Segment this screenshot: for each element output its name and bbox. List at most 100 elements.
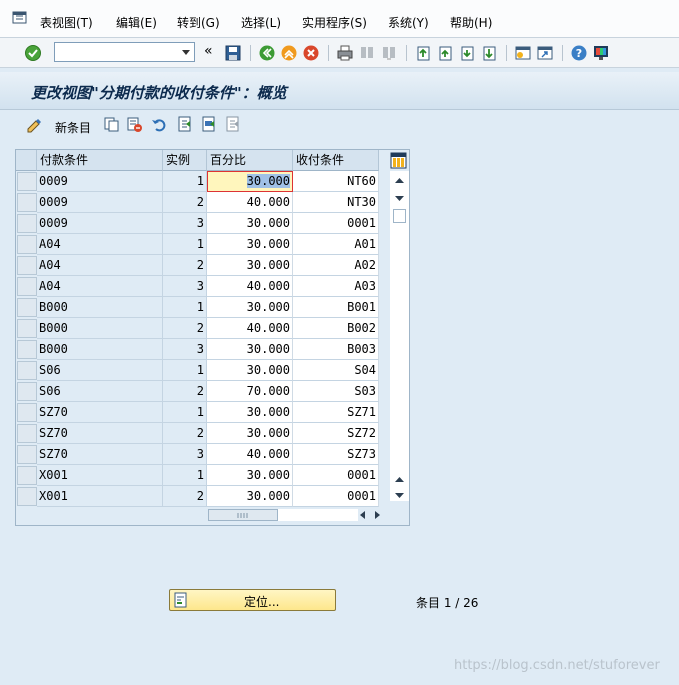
menu-utilities[interactable]: 实用程序(S) [302, 14, 367, 31]
cell-percentage[interactable]: 30.000 [207, 339, 293, 360]
vertical-scrollbar[interactable] [390, 171, 409, 501]
cell-payment-condition[interactable]: B003 [293, 339, 379, 360]
delete-icon[interactable] [125, 115, 143, 133]
row-selector[interactable] [17, 256, 37, 275]
cell-payment-condition[interactable]: S03 [293, 381, 379, 402]
column-header-instance[interactable]: 实例 [163, 150, 207, 171]
cell-percentage[interactable]: 30.000 [207, 360, 293, 381]
column-header-payment-terms[interactable]: 付款条件 [37, 150, 163, 171]
scroll-right-icon[interactable] [374, 510, 382, 520]
first-page-icon[interactable] [414, 44, 432, 62]
row-selector[interactable] [17, 277, 37, 296]
row-selector[interactable] [17, 361, 37, 380]
scroll-down-icon[interactable] [394, 195, 405, 203]
copy-as-icon[interactable] [102, 115, 120, 133]
cell-payment-condition[interactable]: SZ72 [293, 423, 379, 444]
next-page-icon[interactable] [458, 44, 476, 62]
cell-payment-condition[interactable]: 0001 [293, 465, 379, 486]
cell-percentage[interactable]: 30.000 [207, 486, 293, 507]
system-menu-icon[interactable] [12, 11, 28, 25]
column-settings-icon[interactable] [390, 152, 407, 169]
chevron-down-icon[interactable] [182, 50, 190, 55]
collapse-arrows-icon[interactable]: « [204, 43, 213, 59]
back-icon[interactable] [258, 44, 276, 62]
row-selector[interactable] [17, 466, 37, 485]
row-selector[interactable] [17, 193, 37, 212]
cell-percentage[interactable]: 30.000 [207, 234, 293, 255]
cell-payment-condition[interactable]: A03 [293, 276, 379, 297]
cell-payment-condition[interactable]: NT30 [293, 192, 379, 213]
find-icon[interactable] [358, 44, 376, 62]
cell-payment-condition[interactable]: S04 [293, 360, 379, 381]
scroll-page-down-icon[interactable] [394, 492, 405, 500]
row-selector[interactable] [17, 487, 37, 506]
menu-help[interactable]: 帮助(H) [450, 14, 492, 31]
row-selector[interactable] [17, 403, 37, 422]
row-selector[interactable] [17, 172, 37, 191]
select-all-header[interactable] [16, 150, 37, 171]
cell-percentage[interactable]: 40.000 [207, 318, 293, 339]
cell-payment-condition[interactable]: 0001 [293, 213, 379, 234]
row-selector[interactable] [17, 424, 37, 443]
cell-percentage[interactable]: 30.000 [207, 255, 293, 276]
cell-payment-condition[interactable]: B001 [293, 297, 379, 318]
cell-payment-condition[interactable]: A02 [293, 255, 379, 276]
cell-percentage[interactable]: 30.000 [207, 213, 293, 234]
cell-payment-condition[interactable]: SZ73 [293, 444, 379, 465]
undo-change-icon[interactable] [150, 115, 168, 133]
cell-percentage[interactable]: 30.000 [207, 423, 293, 444]
previous-page-icon[interactable] [436, 44, 454, 62]
menu-edit[interactable]: 编辑(E) [116, 14, 157, 31]
row-selector[interactable] [17, 235, 37, 254]
find-next-icon[interactable] [380, 44, 398, 62]
enter-check-icon[interactable] [24, 44, 42, 62]
menu-table-view[interactable]: 表视图(T) [40, 14, 93, 31]
cell-percentage[interactable]: 30.000 [207, 465, 293, 486]
select-all-icon[interactable] [176, 115, 194, 133]
cell-percentage[interactable]: 40.000 [207, 444, 293, 465]
row-selector[interactable] [17, 340, 37, 359]
row-selector[interactable] [17, 319, 37, 338]
save-icon[interactable] [224, 44, 242, 62]
cell-payment-condition[interactable]: B002 [293, 318, 379, 339]
cell-percentage[interactable]: 70.000 [207, 381, 293, 402]
cell-percentage[interactable]: 30.000 [207, 171, 293, 192]
cell-percentage[interactable]: 40.000 [207, 192, 293, 213]
cell-payment-condition[interactable]: 0001 [293, 486, 379, 507]
menu-system[interactable]: 系统(Y) [388, 14, 429, 31]
create-session-icon[interactable] [514, 44, 532, 62]
help-icon[interactable]: ? [570, 44, 588, 62]
position-button[interactable]: 定位... [169, 589, 336, 611]
scroll-thumb[interactable] [393, 209, 406, 223]
scroll-left-icon[interactable] [358, 510, 366, 520]
cell-payment-condition[interactable]: SZ71 [293, 402, 379, 423]
cell-percentage[interactable]: 40.000 [207, 276, 293, 297]
deselect-all-icon[interactable] [224, 115, 242, 133]
cell-percentage[interactable]: 30.000 [207, 297, 293, 318]
exit-icon[interactable] [280, 44, 298, 62]
select-block-icon[interactable] [200, 115, 218, 133]
column-header-payment-condition[interactable]: 收付条件 [293, 150, 379, 171]
display-change-icon[interactable] [25, 115, 43, 133]
column-header-percentage[interactable]: 百分比 [207, 150, 293, 171]
h-scroll-thumb[interactable] [208, 509, 278, 521]
menu-selection[interactable]: 选择(L) [241, 14, 281, 31]
horizontal-scrollbar[interactable] [208, 507, 388, 523]
shortcut-icon[interactable] [536, 44, 554, 62]
scroll-page-up-icon[interactable] [394, 475, 405, 483]
scroll-up-icon[interactable] [394, 176, 405, 184]
new-entries-button[interactable]: 新条目 [55, 119, 91, 136]
customize-layout-icon[interactable] [592, 44, 610, 62]
menu-goto[interactable]: 转到(G) [177, 14, 220, 31]
cancel-icon[interactable] [302, 44, 320, 62]
print-icon[interactable] [336, 44, 354, 62]
cell-percentage[interactable]: 30.000 [207, 402, 293, 423]
cell-payment-condition[interactable]: NT60 [293, 171, 379, 192]
cell-payment-condition[interactable]: A01 [293, 234, 379, 255]
command-field[interactable] [54, 42, 195, 62]
row-selector[interactable] [17, 445, 37, 464]
last-page-icon[interactable] [480, 44, 498, 62]
row-selector[interactable] [17, 214, 37, 233]
row-selector[interactable] [17, 298, 37, 317]
row-selector[interactable] [17, 382, 37, 401]
